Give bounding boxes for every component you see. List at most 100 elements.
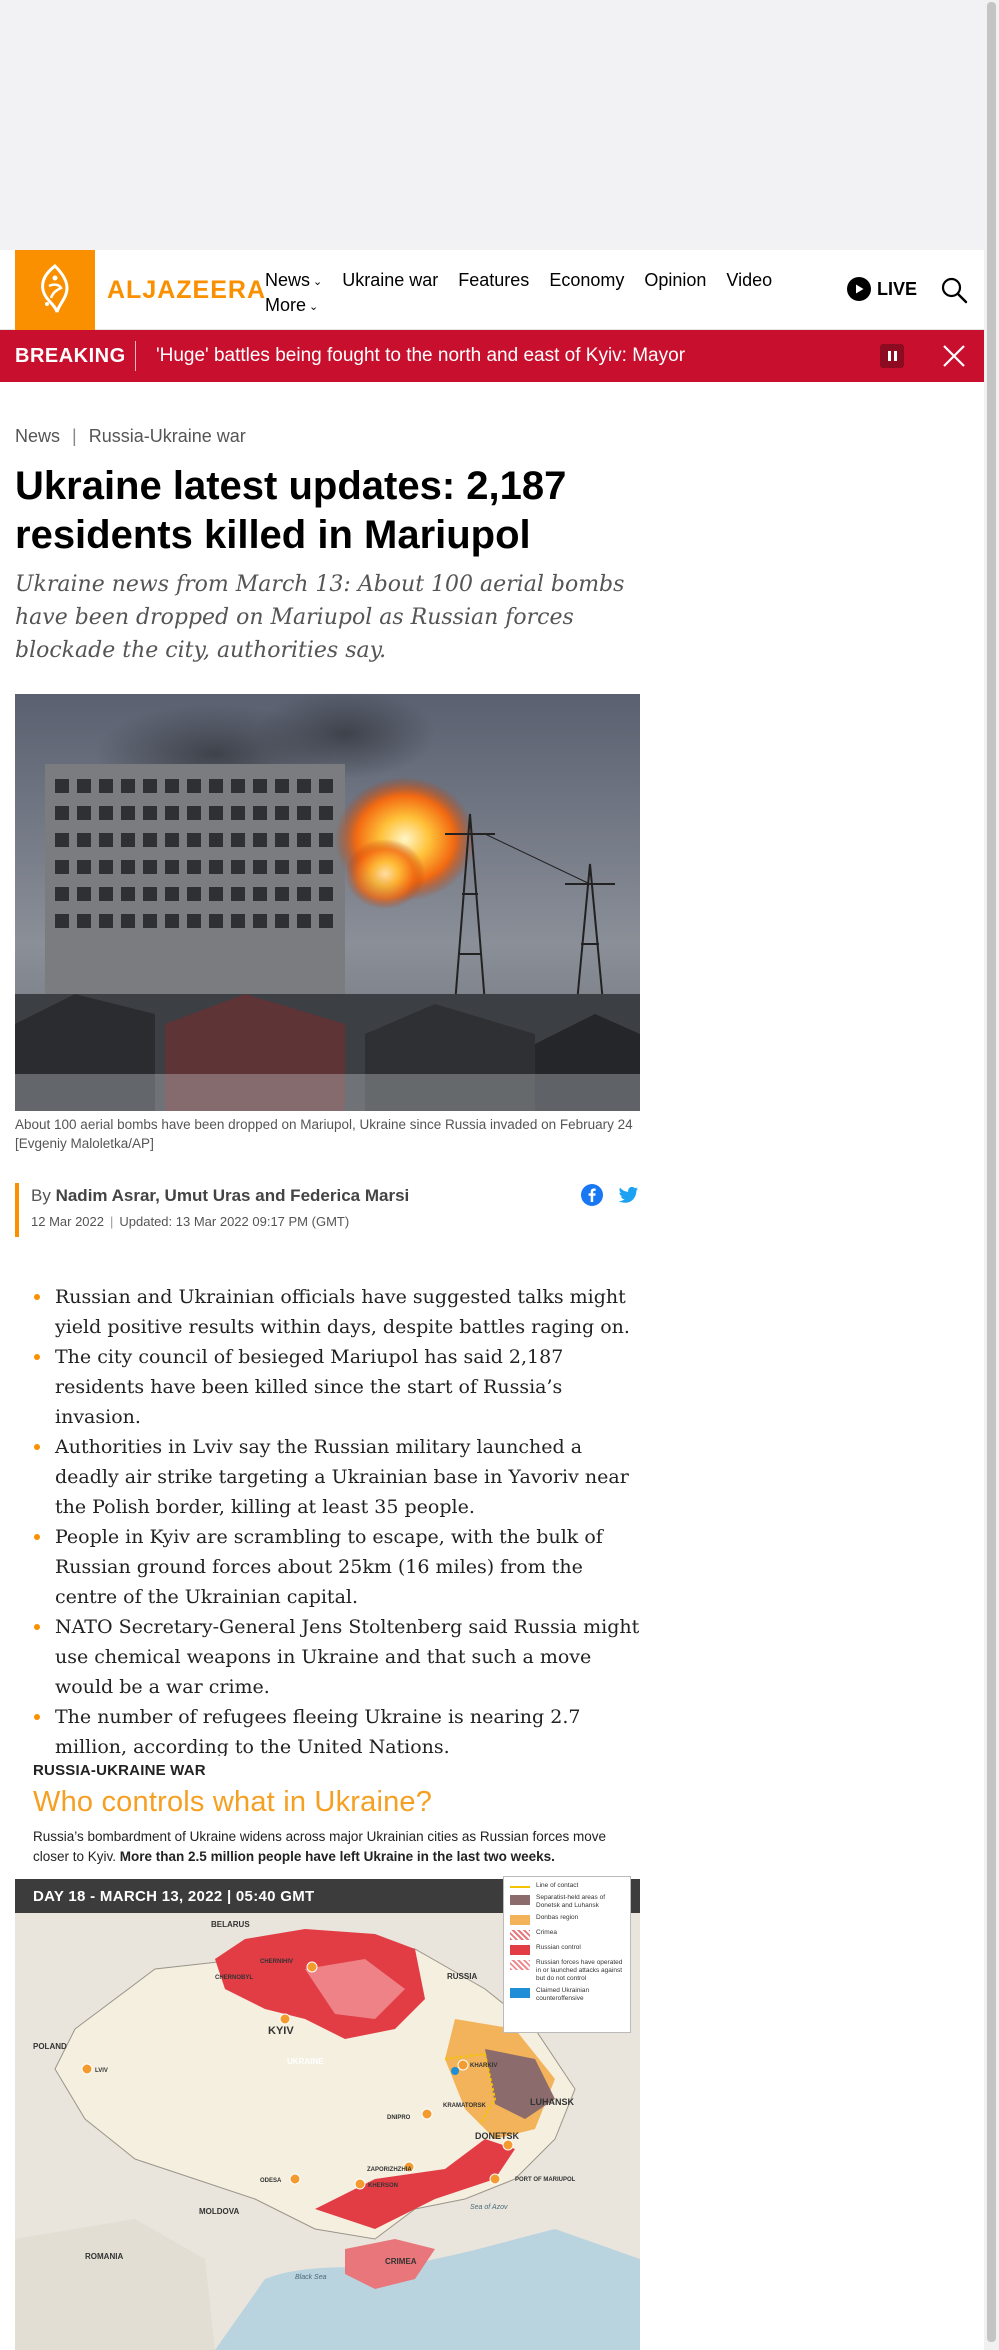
legend-item: Russian forces have operated in or launc… [510, 1959, 624, 1983]
infographic-title: Who controls what in Ukraine? [33, 1786, 433, 1818]
list-item: NATO Secretary-General Jens Stoltenberg … [15, 1612, 640, 1702]
breaking-divider [135, 341, 136, 371]
map-label-zaporizhzhia: ZAPORIZHZHIA [367, 2167, 412, 2173]
pause-icon[interactable] [880, 344, 904, 368]
play-icon [847, 277, 871, 301]
close-icon[interactable] [940, 342, 968, 370]
legend-item: Line of contact [510, 1882, 624, 1890]
list-item: The city council of besieged Mariupol ha… [15, 1342, 640, 1432]
infographic-kicker: RUSSIA-UKRAINE WAR [33, 1762, 206, 1779]
map-label-moldova: MOLDOVA [199, 2207, 240, 2216]
legend-label: Claimed Ukrainian counteroffensive [536, 1987, 590, 2002]
facebook-icon[interactable] [580, 1183, 604, 1207]
infographic-description: Russia’s bombardment of Ukraine widens a… [33, 1827, 633, 1867]
legend-swatch [510, 1915, 530, 1925]
map-label-kherson: KHERSON [368, 2183, 398, 2189]
list-item: The number of refugees fleeing Ukraine i… [15, 1702, 640, 1762]
article-subtitle: Ukraine news from March 13: About 100 ae… [15, 572, 625, 663]
nav-economy[interactable]: Economy [549, 268, 624, 293]
list-item: Authorities in Lviv say the Russian mili… [15, 1432, 640, 1522]
legend-label: Crimea [536, 1929, 557, 1936]
map-label-odesa: ODESA [260, 2178, 282, 2184]
legend-item: Donbas region [510, 1914, 624, 1925]
nav-news[interactable]: News ⌄ [265, 268, 322, 293]
published-date: 12 Mar 2022 [31, 1214, 104, 1229]
breaking-news-bar: BREAKING 'Huge' battles being fought to … [0, 330, 984, 382]
scrollbar-thumb[interactable] [987, 2, 996, 2342]
search-icon[interactable] [940, 276, 968, 304]
legend-label: Donbas region [536, 1914, 579, 1921]
legend-item: Claimed Ukrainian counteroffensive [510, 1987, 624, 2003]
key-points-list: Russian and Ukrainian officials have sug… [15, 1282, 640, 1762]
nav-news-label: News [265, 270, 311, 290]
legend-swatch [510, 1960, 530, 1970]
nav-economy-label: Economy [549, 270, 625, 290]
byline-authors[interactable]: Nadim Asrar, Umut Uras and Federica Mars… [56, 1186, 410, 1205]
legend-swatch [510, 1988, 530, 1998]
map-label-lviv: LVIV [95, 2068, 108, 2074]
article-title: Ukraine latest updates: 2,187 residents … [15, 464, 567, 557]
nav-more-label: More [265, 295, 307, 315]
article-dates: 12 Mar 2022 | Updated: 13 Mar 2022 09:17 P… [31, 1214, 640, 1229]
map-label-crimea: CRIMEA [385, 2257, 417, 2266]
legend-label: Russian forces have operated in or launc… [536, 1959, 623, 1982]
legend-label: Russian control [536, 1944, 581, 1951]
date-separator: | [110, 1214, 114, 1229]
breadcrumb-separator: | [72, 426, 77, 446]
list-item: People in Kyiv are scrambling to escape,… [15, 1522, 640, 1612]
breadcrumb-news[interactable]: News [15, 426, 60, 447]
nav-features-label: Features [458, 270, 530, 290]
map-label-chernihiv: CHERNIHIV [260, 1959, 293, 1965]
byline-prefix: By [31, 1186, 51, 1205]
nav-more[interactable]: More ⌄ [265, 293, 318, 318]
byline-authors-line: By Nadim Asrar, Umut Uras and Federica M… [31, 1184, 640, 1208]
chevron-down-icon: ⌄ [313, 276, 323, 288]
legend-swatch [510, 1895, 530, 1905]
legend-item: Separatist-held areas of Donetsk and Luh… [510, 1894, 624, 1910]
infographic-day: DAY 18 - MARCH 13, 2022 | 05:40 GMT [33, 1888, 315, 1905]
legend-item: Crimea [510, 1929, 624, 1940]
live-button[interactable]: LIVE [847, 277, 917, 301]
legend-label: Separatist-held areas of Donetsk and Luh… [536, 1894, 606, 1909]
map-label-kramatorsk: KRAMATORSK [443, 2103, 486, 2109]
list-item: Russian and Ukrainian officials have sug… [15, 1282, 640, 1342]
map-label-sea-of-azov: Sea of Azov [470, 2204, 508, 2211]
nav-features[interactable]: Features [458, 268, 529, 293]
live-label: LIVE [877, 278, 918, 299]
legend-swatch [510, 1945, 530, 1955]
breaking-label: BREAKING [15, 345, 126, 367]
map-label-dnipro: DNIPRO [387, 2115, 411, 2121]
map-label-donetsk: DONETSK [475, 2131, 520, 2141]
map-label-kyiv: KYIV [268, 2025, 294, 2037]
legend-label: Line of contact [536, 1882, 579, 1889]
logo-text: ALJAZEERA [107, 275, 267, 304]
breadcrumb: News | Russia-Ukraine war [15, 426, 246, 447]
nav-video-label: Video [726, 270, 773, 290]
map-label-black-sea: Black Sea [295, 2274, 327, 2281]
nav-opinion-label: Opinion [644, 270, 707, 290]
map-label-mariupol: PORT OF MARIUPOL [515, 2177, 576, 2183]
legend-swatch [510, 1930, 530, 1940]
infographic-map: RUSSIA-UKRAINE WAR Who controls what in … [15, 1756, 640, 2350]
map-label-kharkiv: KHARKIV [470, 2063, 497, 2069]
nav-video[interactable]: Video [726, 268, 772, 293]
map-label-chernobyl: CHERNOBYL [215, 1975, 253, 1981]
ad-placeholder [0, 0, 984, 250]
twitter-icon[interactable] [616, 1183, 640, 1207]
nav-ukraine-war[interactable]: Ukraine war [342, 268, 438, 293]
breaking-headline-link[interactable]: 'Huge' battles being fought to the north… [156, 330, 685, 382]
breadcrumb-russia-ukraine-war[interactable]: Russia-Ukraine war [89, 426, 246, 447]
infographic-desc-bold: More than 2.5 million people have left U… [119, 1849, 555, 1864]
map-legend: Line of contact Separatist-held areas of… [503, 1876, 631, 2033]
nav-ukraine-war-label: Ukraine war [342, 270, 439, 290]
hero-image [15, 694, 640, 1111]
site-logo[interactable]: ALJAZEERA [15, 250, 266, 330]
image-caption: About 100 aerial bombs have been dropped… [15, 1117, 633, 1151]
page-scrollbar[interactable] [984, 0, 999, 2350]
nav-opinion[interactable]: Opinion [644, 268, 706, 293]
map-label-russia: RUSSIA [447, 1972, 477, 1981]
site-header: ALJAZEERA News ⌄ Ukraine war Features Eco… [0, 250, 984, 330]
map-label-romania: ROMANIA [85, 2252, 123, 2261]
share-buttons [580, 1183, 640, 1207]
main-nav: News ⌄ Ukraine war Features Economy Opini… [265, 268, 805, 318]
